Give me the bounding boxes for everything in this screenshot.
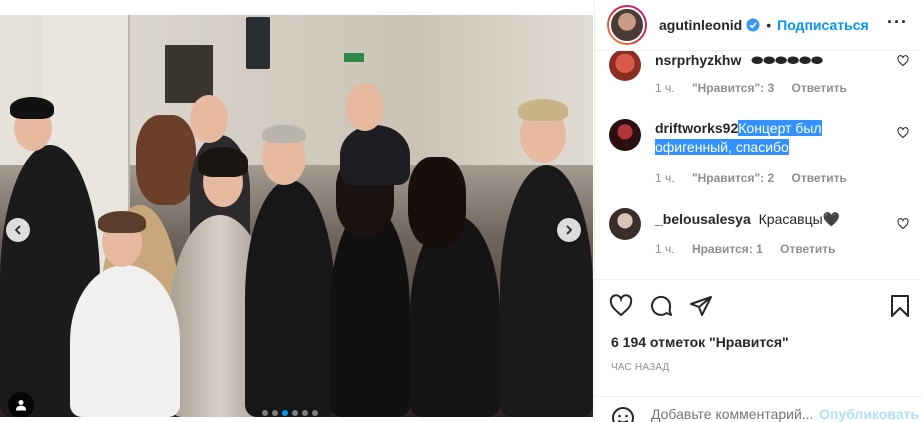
carousel-dot <box>302 410 308 416</box>
comment-icon[interactable] <box>649 294 673 318</box>
comment-meta: 1 ч. Нравится: 1 Ответить <box>655 242 850 256</box>
post-timestamp[interactable]: ЧАС НАЗАД <box>611 362 670 373</box>
comment-time[interactable]: 1 ч. <box>655 242 675 256</box>
comment-input[interactable] <box>651 406 821 422</box>
prev-photo-button[interactable] <box>6 218 30 242</box>
comment-likes[interactable]: "Нравится": 2 <box>692 171 774 185</box>
photo-tv <box>246 17 270 69</box>
publish-button[interactable]: Опубликовать <box>819 406 919 422</box>
comment-text: driftworks92Концерт был офигенный, спаси… <box>655 119 895 157</box>
emoji-smile-icon[interactable] <box>611 406 635 422</box>
commenter-username[interactable]: _belousalesya <box>655 211 751 227</box>
reply-button[interactable]: Ответить <box>791 81 846 95</box>
share-icon[interactable] <box>689 294 713 318</box>
carousel-dot <box>262 410 268 416</box>
person-hair <box>136 115 196 205</box>
comment-meta: 1 ч. "Нравится": 3 Ответить <box>655 81 861 95</box>
comment-meta: 1 ч. "Нравится": 2 Ответить <box>655 171 861 185</box>
like-comment-heart-icon[interactable] <box>897 55 909 67</box>
comment-content: Красавцы🖤 <box>758 211 841 227</box>
more-options-icon[interactable]: ··· <box>887 12 908 33</box>
post-photo[interactable] <box>0 15 593 417</box>
person-hair <box>98 211 146 233</box>
comment-likes[interactable]: "Нравится": 3 <box>692 81 774 95</box>
person-hair <box>408 157 466 247</box>
carousel-dot <box>292 410 298 416</box>
comment-text: nsrprhyzkhw ⬬⬬⬬⬬⬬⬬ <box>655 51 895 70</box>
author-avatar[interactable] <box>607 5 647 45</box>
action-icons <box>609 294 713 318</box>
follow-button[interactable]: Подписаться <box>777 17 869 33</box>
header-separator: • <box>766 17 772 33</box>
comment-time[interactable]: 1 ч. <box>655 171 675 185</box>
commenter-avatar[interactable] <box>609 119 641 151</box>
avatar-image <box>609 7 645 43</box>
carousel-dot <box>272 410 278 416</box>
commenter-avatar[interactable] <box>609 208 641 240</box>
verified-badge-icon <box>746 18 760 32</box>
person-boy <box>70 265 180 417</box>
author-username[interactable]: agutinleonid <box>659 17 742 33</box>
person-hair <box>518 99 568 121</box>
likes-count[interactable]: 6 194 отметок "Нравится" <box>611 334 789 350</box>
post-sidebar: agutinleonid • Подписаться ··· nsrprhyzk… <box>594 0 922 422</box>
post-actions: 6 194 отметок "Нравится" ЧАС НАЗАД Опубл… <box>595 279 922 422</box>
person-head <box>190 95 228 143</box>
add-comment-section: Опубликовать <box>595 396 922 422</box>
commenter-avatar[interactable] <box>609 51 641 81</box>
next-photo-button[interactable] <box>557 218 581 242</box>
comment-likes[interactable]: Нравится: 1 <box>692 242 763 256</box>
like-comment-heart-icon[interactable] <box>897 218 909 230</box>
comment-time[interactable]: 1 ч. <box>655 81 675 95</box>
commenter-username[interactable]: driftworks92 <box>655 120 738 136</box>
carousel-dot <box>312 410 318 416</box>
commenter-username[interactable]: nsrprhyzkhw <box>655 52 741 68</box>
user-icon <box>16 400 26 411</box>
person-head <box>346 83 384 131</box>
person-dark-dress <box>330 205 410 417</box>
photo-exit-sign <box>344 53 364 62</box>
person-right-man <box>500 165 593 417</box>
reply-button[interactable]: Ответить <box>791 171 846 185</box>
comments-list: nsrprhyzkhw ⬬⬬⬬⬬⬬⬬ 1 ч. "Нравится": 3 От… <box>595 51 922 279</box>
person-center-man <box>245 180 335 417</box>
chevron-right-icon <box>566 225 573 235</box>
carousel-indicator <box>262 410 318 416</box>
comment-content: ⬬⬬⬬⬬⬬⬬ <box>751 52 823 68</box>
post-header: agutinleonid • Подписаться ··· <box>595 0 922 51</box>
person-hair <box>198 147 248 177</box>
person-hair <box>262 125 306 143</box>
carousel-dot <box>282 410 288 416</box>
chevron-left-icon <box>14 225 21 235</box>
reply-button[interactable]: Ответить <box>780 242 835 256</box>
tagged-users-button[interactable] <box>8 392 34 417</box>
like-heart-icon[interactable] <box>609 294 633 318</box>
save-bookmark-icon[interactable] <box>888 294 912 318</box>
comment-text: _belousalesya Красавцы🖤 <box>655 210 895 229</box>
person-bearded-man <box>340 125 410 185</box>
like-comment-heart-icon[interactable] <box>897 127 909 139</box>
person-cap <box>10 97 54 119</box>
